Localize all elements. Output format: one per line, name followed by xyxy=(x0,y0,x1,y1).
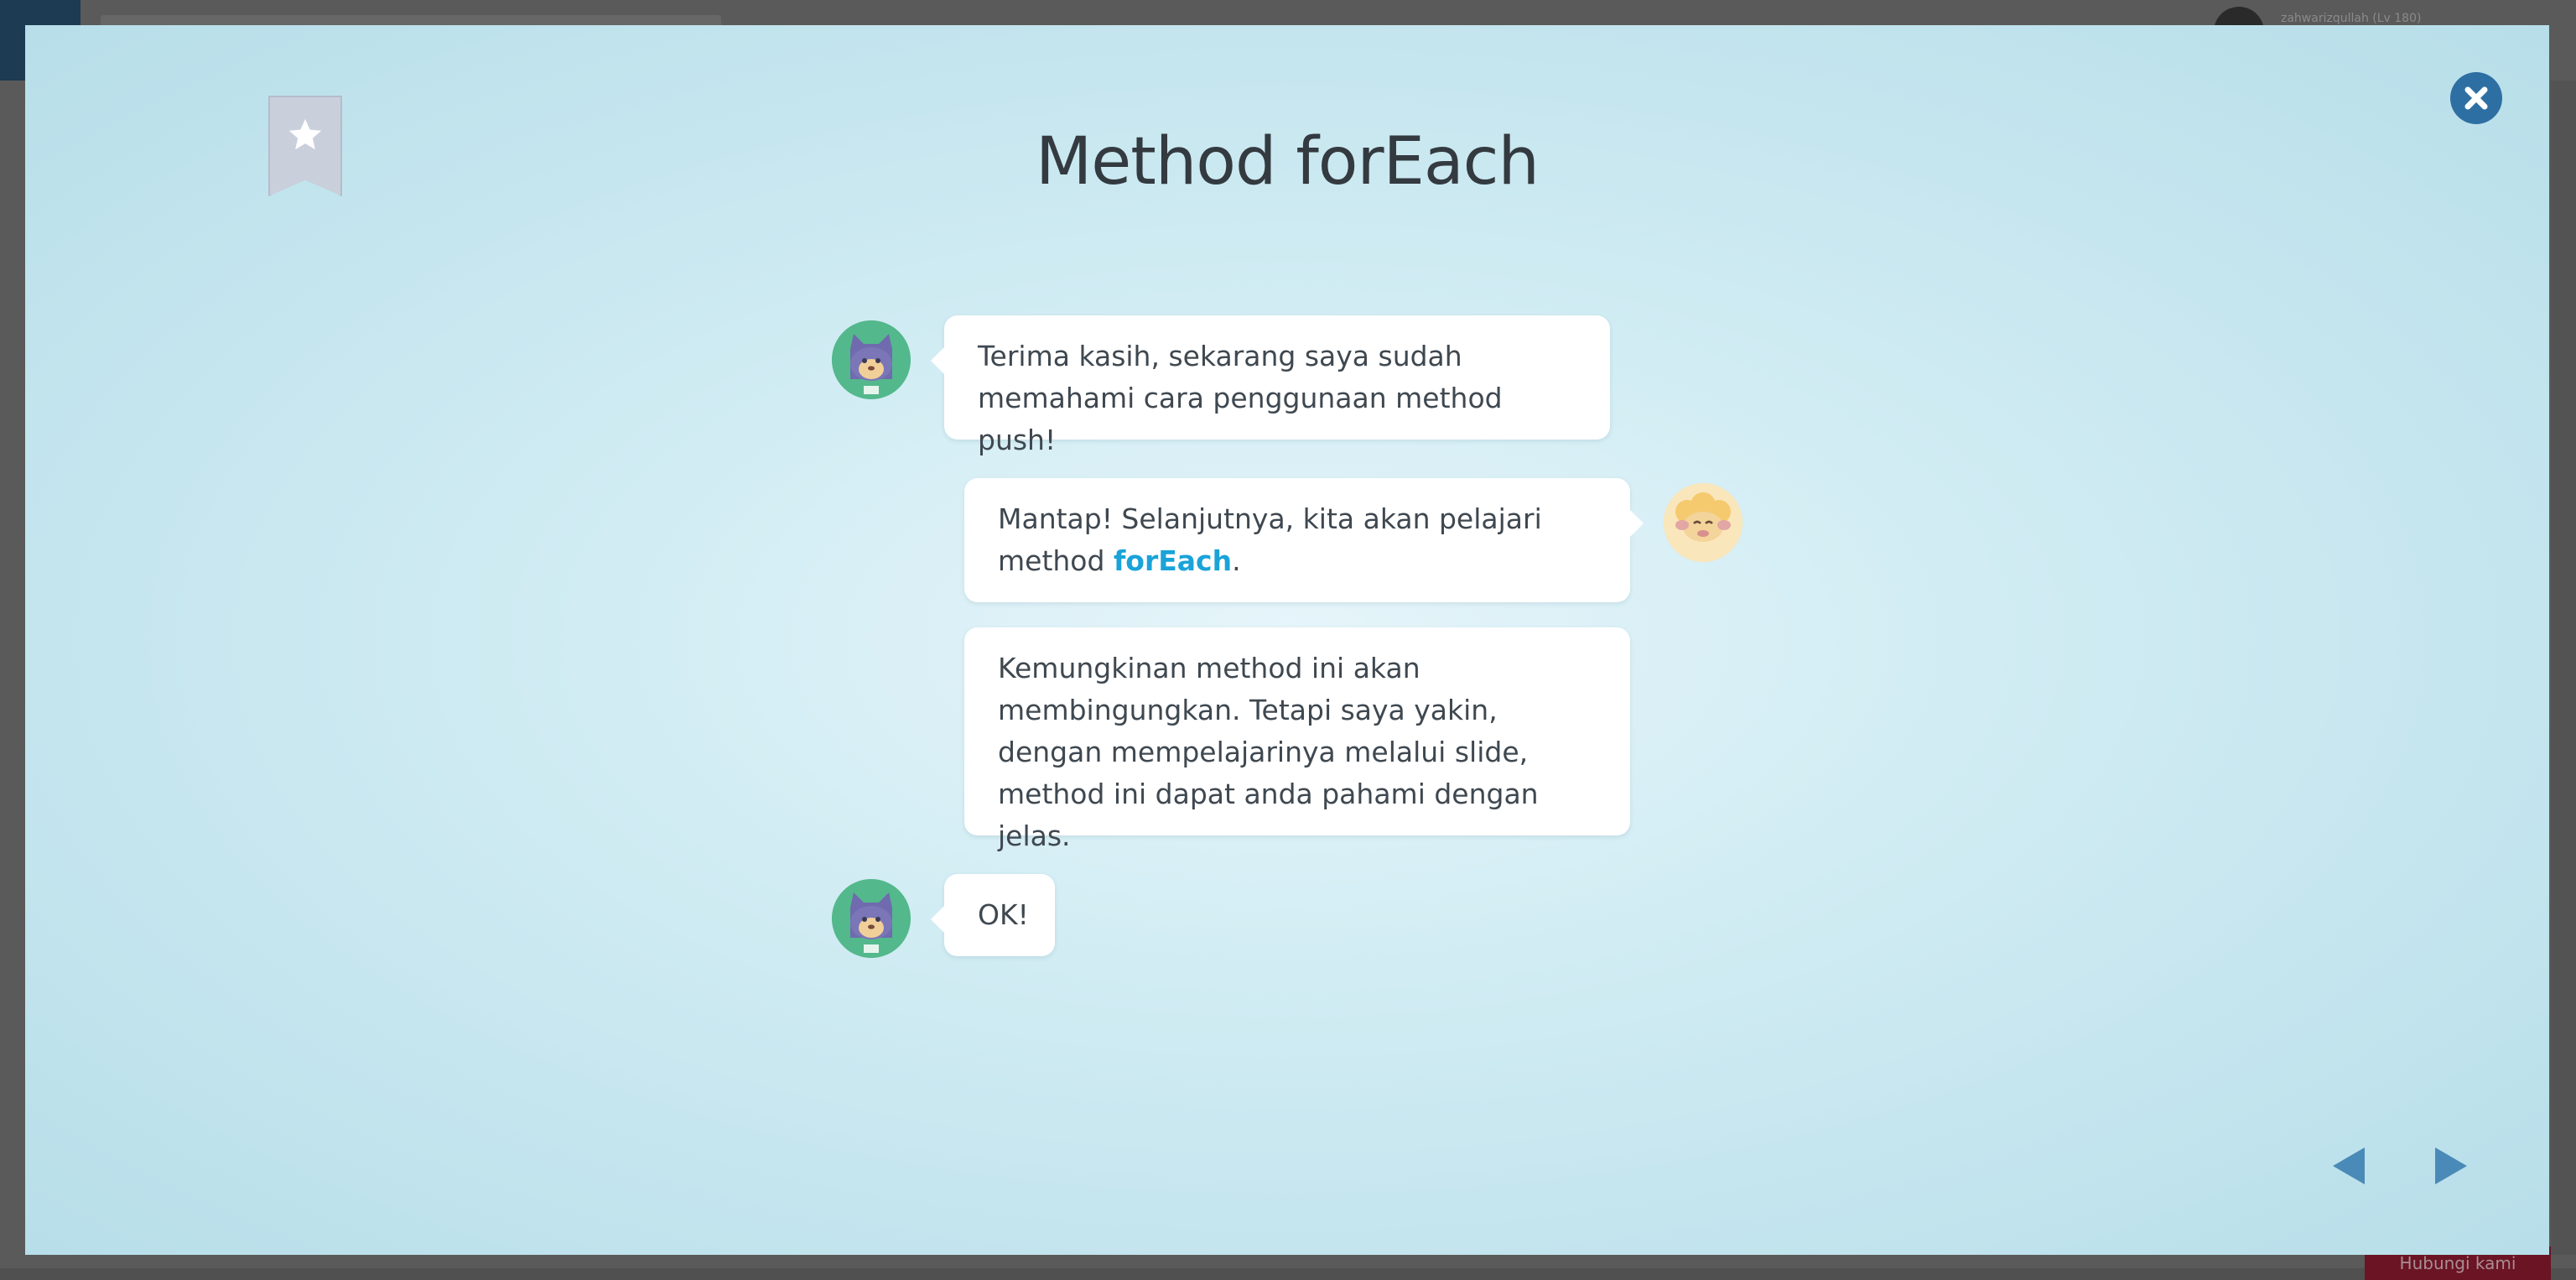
cat-avatar xyxy=(832,879,911,958)
close-icon xyxy=(2464,86,2488,110)
cat-character-icon xyxy=(832,879,911,958)
arrow-left-icon xyxy=(2333,1147,2365,1184)
sheep-avatar xyxy=(1664,483,1742,562)
arrow-right-icon xyxy=(2435,1147,2467,1184)
next-slide-button[interactable] xyxy=(2425,1141,2475,1191)
chat-bubble-sheep-1: Mantap! Selanjutnya, kita akan pelajari … xyxy=(964,478,1644,602)
previous-slide-button[interactable] xyxy=(2324,1141,2375,1191)
chat-message-text: Mantap! Selanjutnya, kita akan pelajari … xyxy=(998,502,1542,577)
chat-message-punct: . xyxy=(1232,544,1241,577)
cat-character-icon xyxy=(832,320,911,399)
chat-bubble-sheep-2: Kemungkinan method ini akan membingungka… xyxy=(964,627,1630,852)
background-horizontal-scrollbar xyxy=(0,1268,2576,1280)
close-button[interactable] xyxy=(2450,72,2502,124)
chat-message-text: Kemungkinan method ini akan membingungka… xyxy=(998,652,1539,852)
lesson-modal: Method forEach Terima kasih, sekarang sa… xyxy=(25,25,2549,1255)
sheep-character-icon xyxy=(1664,483,1742,562)
chat-message-text: Terima kasih, sekarang saya sudah memaha… xyxy=(978,340,1503,456)
background-scrollbar xyxy=(2551,81,2576,1255)
background-username: zahwarizqullah (Lv 180) xyxy=(2281,12,2422,25)
chat-message-text: OK! xyxy=(978,898,1029,931)
chat-bubble-cat-2: OK! xyxy=(931,874,1055,956)
page-title: Method forEach xyxy=(1036,124,1540,200)
foreach-keyword: forEach xyxy=(1113,544,1233,577)
cat-avatar xyxy=(832,320,911,399)
chat-bubble-cat-1: Terima kasih, sekarang saya sudah memaha… xyxy=(931,315,1610,456)
